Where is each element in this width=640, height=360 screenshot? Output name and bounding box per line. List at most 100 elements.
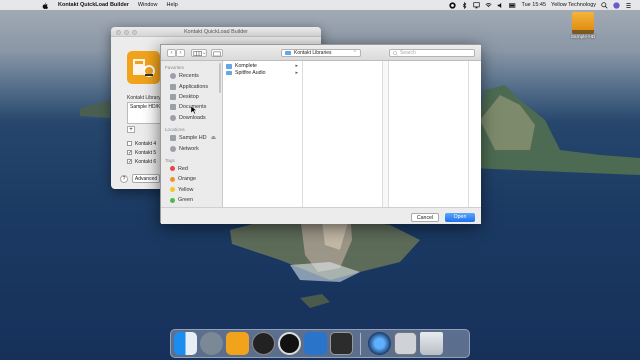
kontakt5-checkbox[interactable]: ✓ Kontakt 5 bbox=[127, 148, 156, 157]
dialog-footer: Cancel Open bbox=[161, 207, 481, 224]
sidebar-tag-orange[interactable]: Orange bbox=[161, 174, 222, 184]
clock-icon[interactable] bbox=[252, 332, 275, 355]
menu-status-area: Tue 15:45 Yellow Technology bbox=[449, 0, 632, 10]
menu-user[interactable]: Yellow Technology bbox=[551, 2, 596, 8]
record-icon[interactable] bbox=[449, 1, 457, 9]
column-view-icon bbox=[193, 50, 206, 57]
quickload-builder-icon[interactable] bbox=[226, 332, 249, 355]
wifi-icon[interactable] bbox=[485, 2, 493, 9]
window-controls bbox=[116, 29, 137, 35]
folder-icon bbox=[226, 70, 232, 75]
zoom-button[interactable] bbox=[132, 29, 137, 35]
checkbox-label: Kontakt 6 bbox=[135, 158, 157, 165]
new-folder-button[interactable] bbox=[211, 49, 223, 57]
advanced-button[interactable]: Advanced bbox=[132, 174, 160, 183]
browser-column-1: Komplete ▸ Spitfire Audio ▸ bbox=[223, 61, 303, 207]
browser-column-2 bbox=[303, 61, 383, 207]
sidebar-scrollbar[interactable] bbox=[219, 63, 221, 93]
apple-menu-icon[interactable] bbox=[42, 2, 48, 9]
tag-dot-icon bbox=[170, 187, 175, 193]
cancel-button[interactable]: Cancel bbox=[411, 213, 439, 222]
help-button[interactable]: ? bbox=[120, 175, 128, 183]
sidebar-item-label: Applications bbox=[179, 83, 209, 90]
open-file-dialog: ‹ › Kontakt Libraries ⌃ Search Favorites… bbox=[160, 44, 481, 224]
drive-label: Sample HD bbox=[570, 35, 596, 40]
sidebar-item-applications[interactable]: Applications bbox=[161, 81, 222, 91]
forward-button[interactable]: › bbox=[176, 49, 185, 57]
search-field[interactable]: Search bbox=[389, 49, 475, 57]
notification-center-icon[interactable] bbox=[625, 2, 632, 9]
quicktime-icon[interactable] bbox=[368, 332, 391, 355]
menu-clock[interactable]: Tue 15:45 bbox=[521, 2, 546, 8]
app-logo-icon bbox=[127, 51, 160, 84]
spotlight-icon[interactable] bbox=[601, 1, 608, 9]
checkbox-box[interactable]: ✓ bbox=[127, 159, 132, 165]
kontakt4-checkbox[interactable]: Kontakt 4 bbox=[127, 139, 156, 148]
sidebar-item-network[interactable]: Network bbox=[161, 143, 222, 153]
drive-icon bbox=[170, 135, 176, 142]
back-button[interactable]: ‹ bbox=[167, 49, 176, 57]
location-popup[interactable]: Kontakt Libraries ⌃ bbox=[281, 49, 361, 57]
sidebar-tag-green[interactable]: Green bbox=[161, 195, 222, 205]
applications-icon bbox=[170, 83, 176, 90]
bluetooth-icon[interactable] bbox=[461, 1, 468, 9]
menu-app-name[interactable]: Kontakt QuickLoad Builder bbox=[58, 2, 129, 8]
sidebar-item-label: Sample HD bbox=[179, 135, 207, 142]
native-access-icon[interactable] bbox=[278, 332, 301, 355]
siri-icon[interactable] bbox=[613, 1, 620, 9]
volume-icon[interactable] bbox=[497, 2, 504, 9]
sidebar-item-label: Recents bbox=[179, 73, 199, 80]
tag-dot-icon bbox=[170, 166, 175, 172]
clock-icon bbox=[170, 73, 176, 80]
trash-icon[interactable] bbox=[420, 332, 443, 355]
sidebar-item-label: Desktop bbox=[179, 93, 199, 100]
sidebar-tag-red[interactable]: Red bbox=[161, 164, 222, 174]
sidebar-item-label: Yellow bbox=[178, 186, 194, 193]
minimize-button[interactable] bbox=[124, 29, 129, 35]
close-button[interactable] bbox=[116, 29, 121, 35]
dialog-sidebar: Favorites Recents Applications Desktop D… bbox=[161, 61, 223, 207]
view-mode-button[interactable] bbox=[191, 49, 207, 57]
kontakt-version-checks: Kontakt 4 ✓ Kontakt 5 ✓ Kontakt 6 bbox=[127, 139, 156, 166]
app-icon[interactable] bbox=[330, 332, 353, 355]
eject-icon[interactable]: ⏏ bbox=[211, 135, 216, 141]
kontakt-icon[interactable] bbox=[304, 332, 327, 355]
folder-icon bbox=[285, 50, 291, 56]
battery-icon[interactable] bbox=[509, 2, 516, 9]
app-window-title: Kontakt QuickLoad Builder bbox=[184, 28, 248, 35]
library-label: Kontakt Library bbox=[127, 95, 161, 101]
desktop-drive[interactable]: Sample HD bbox=[568, 12, 598, 40]
sidebar-item-label: Red bbox=[178, 165, 188, 172]
tag-dot-icon bbox=[170, 176, 175, 182]
dialog-toolbar: ‹ › Kontakt Libraries ⌃ Search bbox=[161, 45, 481, 61]
browser-column-4 bbox=[469, 61, 481, 207]
app-window-titlebar[interactable]: Kontakt QuickLoad Builder bbox=[111, 27, 321, 37]
list-item-label: Komplete bbox=[235, 63, 257, 70]
menu-window[interactable]: Window bbox=[138, 2, 158, 8]
add-library-button[interactable]: + bbox=[127, 126, 135, 133]
menu-help[interactable]: Help bbox=[166, 2, 177, 8]
sidebar-item-downloads[interactable]: Downloads bbox=[161, 113, 222, 123]
launchpad-icon[interactable] bbox=[200, 332, 223, 355]
sidebar-item-desktop[interactable]: Desktop bbox=[161, 92, 222, 102]
sidebar-item-sample-hd[interactable]: Sample HD ⏏ bbox=[161, 133, 222, 143]
sidebar-item-recents[interactable]: Recents bbox=[161, 71, 222, 81]
kontakt6-checkbox[interactable]: ✓ Kontakt 6 bbox=[127, 157, 156, 166]
checkbox-box[interactable]: ✓ bbox=[127, 150, 132, 156]
open-button[interactable]: Open bbox=[445, 213, 475, 222]
airplay-icon[interactable] bbox=[473, 1, 481, 9]
document-icon bbox=[170, 104, 176, 111]
disk-utility-icon[interactable] bbox=[394, 332, 417, 355]
sidebar-item-label: Network bbox=[179, 145, 199, 152]
finder-icon[interactable] bbox=[174, 332, 197, 355]
download-icon bbox=[170, 114, 176, 121]
location-popup-label: Kontakt Libraries bbox=[294, 49, 332, 56]
desktop-icon bbox=[170, 93, 176, 100]
checkbox-box[interactable] bbox=[127, 141, 132, 146]
sidebar-tag-yellow[interactable]: Yellow bbox=[161, 185, 222, 195]
list-item[interactable]: Spitfire Audio ▸ bbox=[223, 70, 302, 77]
sidebar-item-label: Downloads bbox=[179, 114, 206, 121]
dock-separator bbox=[360, 332, 361, 355]
tag-dot-icon bbox=[170, 197, 175, 203]
network-icon bbox=[170, 145, 176, 152]
